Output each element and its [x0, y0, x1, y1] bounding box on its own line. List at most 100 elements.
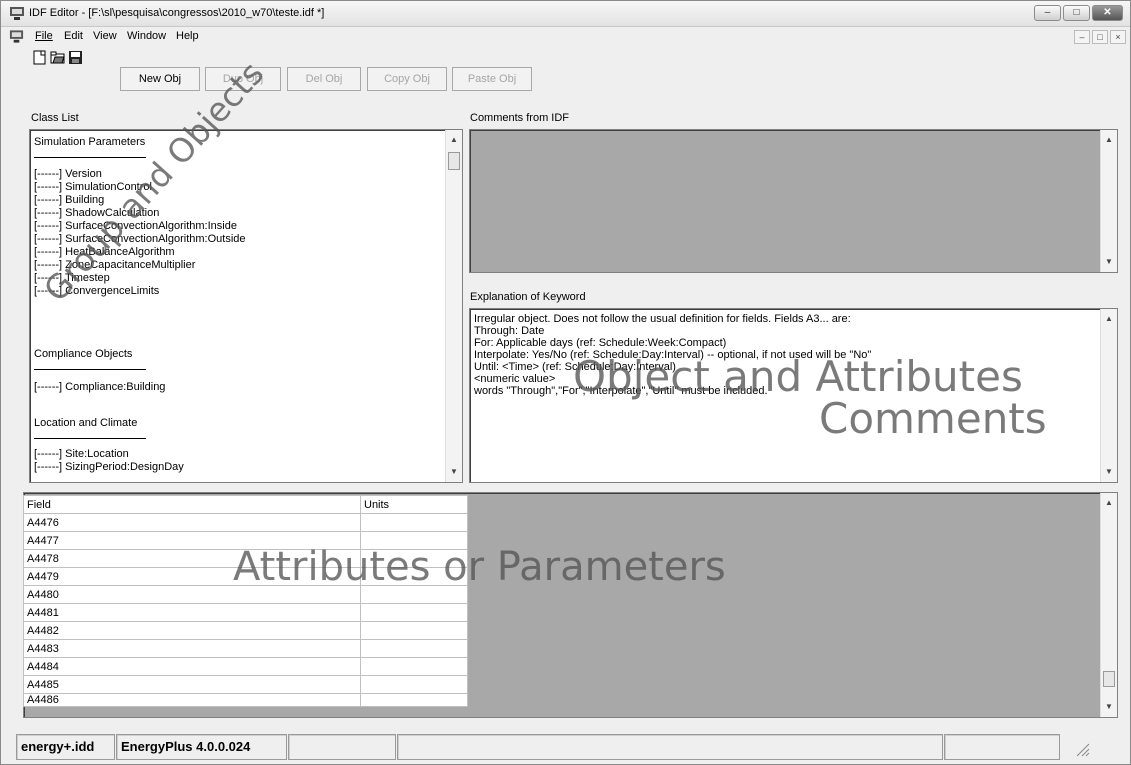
- close-button[interactable]: ✕: [1092, 5, 1123, 21]
- class-item[interactable]: [------] Building: [34, 194, 104, 207]
- comments-label: Comments from IDF: [470, 112, 570, 124]
- units-cell[interactable]: [360, 639, 468, 658]
- units-cell[interactable]: [360, 693, 468, 707]
- scroll-up-icon[interactable]: ▲: [1101, 132, 1117, 148]
- table-row[interactable]: A4485: [23, 675, 468, 694]
- table-row[interactable]: A4482: [23, 621, 468, 640]
- grid-scrollbar[interactable]: ▲ ▼: [1100, 493, 1117, 717]
- explanation-line: Irregular object. Does not follow the us…: [474, 313, 851, 325]
- mdi-close-button[interactable]: ×: [1110, 30, 1126, 44]
- units-cell[interactable]: [360, 513, 468, 532]
- version-status: EnergyPlus 4.0.0.024: [116, 734, 287, 760]
- table-row[interactable]: A4481: [23, 603, 468, 622]
- class-item[interactable]: [------] Site:Location: [34, 448, 129, 461]
- field-column-header[interactable]: Field: [23, 495, 361, 514]
- scroll-up-icon[interactable]: ▲: [1101, 311, 1117, 327]
- table-row[interactable]: A4484: [23, 657, 468, 676]
- comments-box[interactable]: ▲ ▼: [469, 129, 1118, 273]
- class-item[interactable]: [------] HeatBalanceAlgorithm: [34, 246, 175, 259]
- minimize-button[interactable]: –: [1034, 5, 1061, 21]
- comments-scrollbar[interactable]: ▲ ▼: [1100, 130, 1117, 272]
- class-group-header[interactable]: Simulation Parameters: [34, 136, 145, 149]
- paste-obj-button[interactable]: Paste Obj: [452, 67, 532, 91]
- class-list[interactable]: Simulation Parameters [------] Version […: [29, 129, 463, 483]
- new-file-icon[interactable]: [32, 50, 47, 65]
- field-name[interactable]: A4477: [23, 531, 361, 550]
- mdi-restore-button[interactable]: □: [1092, 30, 1108, 44]
- menu-edit[interactable]: Edit: [64, 30, 83, 42]
- copy-obj-button[interactable]: Copy Obj: [367, 67, 447, 91]
- menu-help[interactable]: Help: [176, 30, 199, 42]
- menu-window[interactable]: Window: [127, 30, 166, 42]
- field-name[interactable]: A4480: [23, 585, 361, 604]
- class-group-header[interactable]: Location and Climate: [34, 417, 137, 430]
- table-row[interactable]: A4486: [23, 693, 468, 707]
- group-separator: [34, 157, 146, 158]
- group-separator: [34, 438, 146, 439]
- scroll-thumb[interactable]: [1103, 671, 1115, 687]
- field-table: Field Units A4476 A4477 A4478 A4479 A448…: [23, 495, 468, 707]
- scroll-down-icon[interactable]: ▼: [446, 464, 462, 480]
- class-item[interactable]: [------] Version: [34, 168, 102, 181]
- resize-grip-icon[interactable]: [1061, 734, 1121, 760]
- class-item[interactable]: [------] ZoneCapacitanceMultiplier: [34, 259, 195, 272]
- class-list-scrollbar[interactable]: ▲ ▼: [445, 130, 462, 482]
- save-icon[interactable]: [68, 50, 83, 65]
- scroll-down-icon[interactable]: ▼: [1101, 254, 1117, 270]
- table-row[interactable]: A4479: [23, 567, 468, 586]
- field-name[interactable]: A4476: [23, 513, 361, 532]
- units-cell[interactable]: [360, 567, 468, 586]
- units-cell[interactable]: [360, 603, 468, 622]
- class-item[interactable]: [------] ShadowCalculation: [34, 207, 159, 220]
- units-cell[interactable]: [360, 657, 468, 676]
- scroll-up-icon[interactable]: ▲: [446, 132, 462, 148]
- table-row[interactable]: A4476: [23, 513, 468, 532]
- table-row[interactable]: A4483: [23, 639, 468, 658]
- field-name[interactable]: A4483: [23, 639, 361, 658]
- class-item[interactable]: [------] SizingPeriod:DesignDay: [34, 461, 184, 474]
- units-cell[interactable]: [360, 675, 468, 694]
- table-row[interactable]: A4477: [23, 531, 468, 550]
- class-item[interactable]: [------] SurfaceConvectionAlgorithm:Insi…: [34, 220, 237, 233]
- menu-file[interactable]: File: [35, 30, 53, 42]
- del-obj-button[interactable]: Del Obj: [287, 67, 361, 91]
- field-name[interactable]: A4479: [23, 567, 361, 586]
- menu-view[interactable]: View: [93, 30, 117, 42]
- status-panel: [397, 734, 943, 760]
- units-cell[interactable]: [360, 585, 468, 604]
- table-row[interactable]: A4478: [23, 549, 468, 568]
- class-group-header[interactable]: Compliance Objects: [34, 348, 132, 361]
- field-name[interactable]: A4484: [23, 657, 361, 676]
- class-item[interactable]: [------] Timestep: [34, 272, 110, 285]
- class-item[interactable]: [------] SimulationControl: [34, 181, 152, 194]
- field-name[interactable]: A4481: [23, 603, 361, 622]
- field-name[interactable]: A4485: [23, 675, 361, 694]
- scroll-thumb[interactable]: [448, 152, 460, 170]
- scroll-down-icon[interactable]: ▼: [1101, 464, 1117, 480]
- units-cell[interactable]: [360, 621, 468, 640]
- dup-obj-button[interactable]: Dup Obj: [205, 67, 281, 91]
- mdi-minimize-button[interactable]: –: [1074, 30, 1090, 44]
- class-item[interactable]: [------] Compliance:Building: [34, 381, 165, 394]
- scroll-down-icon[interactable]: ▼: [1101, 699, 1117, 715]
- units-column-header[interactable]: Units: [360, 495, 468, 514]
- new-obj-button[interactable]: New Obj: [120, 67, 200, 91]
- field-name[interactable]: A4482: [23, 621, 361, 640]
- document-icon[interactable]: [9, 29, 24, 44]
- table-row[interactable]: A4480: [23, 585, 468, 604]
- menu-bar: File Edit View Window Help – □ ×: [1, 27, 1130, 47]
- explanation-line: Until: <Time> (ref: Schedule:Day:Interva…: [474, 361, 676, 373]
- scroll-up-icon[interactable]: ▲: [1101, 495, 1117, 511]
- class-item[interactable]: [------] ConvergenceLimits: [34, 285, 159, 298]
- field-name[interactable]: A4478: [23, 549, 361, 568]
- open-folder-icon[interactable]: [50, 50, 65, 65]
- idd-file-status: energy+.idd: [16, 734, 115, 760]
- maximize-button[interactable]: □: [1063, 5, 1090, 21]
- class-item[interactable]: [------] SurfaceConvectionAlgorithm:Outs…: [34, 233, 246, 246]
- field-name[interactable]: A4486: [23, 693, 361, 707]
- units-cell[interactable]: [360, 549, 468, 568]
- explanation-scrollbar[interactable]: ▲ ▼: [1100, 309, 1117, 482]
- units-cell[interactable]: [360, 531, 468, 550]
- explanation-label: Explanation of Keyword: [470, 291, 586, 303]
- window-title: IDF Editor - [F:\sl\pesquisa\congressos\…: [29, 7, 325, 19]
